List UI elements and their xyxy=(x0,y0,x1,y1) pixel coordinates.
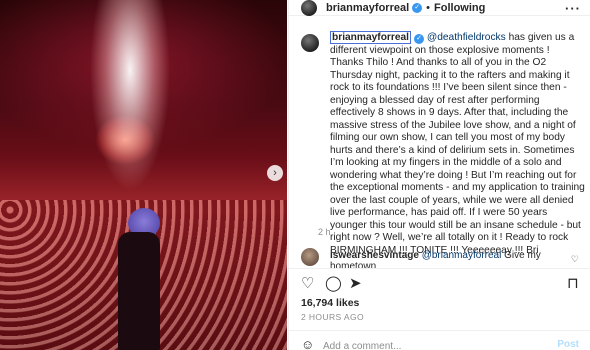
post-photo[interactable]: › xyxy=(0,0,287,350)
comment-item: iswearshesvintage @brianmayforreal Give … xyxy=(301,248,585,272)
save-icon[interactable]: ⊓ xyxy=(567,274,579,292)
caption-text: brianmayforreal ✓ @deathfieldrocks has gi… xyxy=(330,31,585,257)
post-comment-button[interactable]: Post xyxy=(557,339,579,350)
action-bar: ♡ ◯ ➤ ⊓ xyxy=(289,268,590,294)
share-icon[interactable]: ➤ xyxy=(349,274,362,292)
posted-time: 2 HOURS AGO xyxy=(301,312,364,322)
caption-mention[interactable]: @deathfieldrocks xyxy=(427,32,506,43)
author-avatar[interactable] xyxy=(301,0,317,16)
commenter-username[interactable]: iswearshesvintage xyxy=(330,250,419,261)
like-icon[interactable]: ♡ xyxy=(301,274,314,292)
comment-icon[interactable]: ◯ xyxy=(325,274,342,292)
verified-badge-icon: ✓ xyxy=(414,34,425,44)
add-comment-bar: ☺ Post xyxy=(289,330,590,350)
performer xyxy=(118,232,160,350)
caption-username[interactable]: brianmayforreal xyxy=(330,31,412,44)
post-details-panel: brianmayforreal ✓ • Following ··· brianm… xyxy=(288,0,590,350)
caption-avatar[interactable] xyxy=(301,34,319,52)
next-slide-icon[interactable]: › xyxy=(267,165,283,181)
likes-count[interactable]: 16,794 likes xyxy=(301,297,359,309)
following-button[interactable]: Following xyxy=(434,2,485,14)
emoji-icon[interactable]: ☺ xyxy=(301,337,314,350)
post-header: brianmayforreal ✓ • Following ··· xyxy=(289,0,590,16)
commenter-avatar[interactable] xyxy=(301,248,319,266)
caption-body: has given us a different viewpoint on th… xyxy=(330,32,585,256)
comment-mention[interactable]: @brianmayforreal xyxy=(422,250,502,261)
more-icon[interactable]: ··· xyxy=(565,1,581,16)
comment-input[interactable] xyxy=(323,339,533,350)
separator-dot: • xyxy=(426,1,431,14)
author-username[interactable]: brianmayforreal xyxy=(326,2,409,14)
like-comment-icon[interactable]: ♡ xyxy=(571,254,579,265)
caption-time: 2 h xyxy=(318,227,331,237)
verified-badge-icon: ✓ xyxy=(412,2,423,13)
